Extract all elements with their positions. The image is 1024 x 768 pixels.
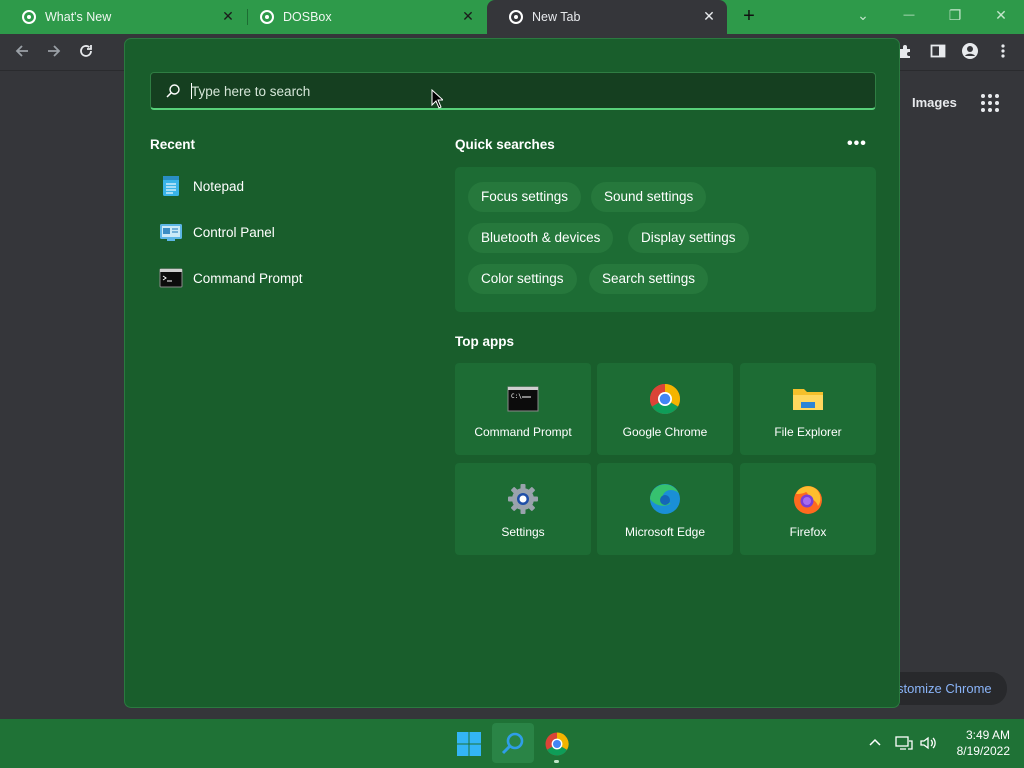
start-search-flyout: Recent Notepad Control Panel Command Pro… xyxy=(124,38,900,708)
command-prompt-icon: C:\ xyxy=(507,386,539,412)
app-tile-microsoft-edge[interactable]: Microsoft Edge xyxy=(597,463,733,555)
chip-search-settings[interactable]: Search settings xyxy=(589,264,709,294)
quick-searches-panel: Focus settings Sound settings Bluetooth … xyxy=(455,167,876,312)
app-tile-label: Command Prompt xyxy=(474,425,572,439)
clock-time: 3:49 AM xyxy=(965,728,1010,742)
tab-search-dropdown-icon[interactable]: ⌄ xyxy=(851,4,875,26)
profile-icon[interactable] xyxy=(960,42,980,62)
new-tab-button[interactable]: + xyxy=(738,5,760,27)
chip-display-settings[interactable]: Display settings xyxy=(628,223,749,253)
tab-title: DOSBox xyxy=(283,10,332,24)
search-box[interactable] xyxy=(150,72,876,110)
volume-icon[interactable] xyxy=(920,736,938,753)
globe-favicon-icon xyxy=(260,10,274,24)
search-icon xyxy=(166,84,180,98)
chrome-icon xyxy=(649,384,681,415)
restore-button[interactable]: ❐ xyxy=(943,4,967,26)
edge-icon xyxy=(650,484,680,514)
notepad-icon xyxy=(163,176,179,196)
more-options-icon[interactable]: ••• xyxy=(847,135,867,153)
side-panel-icon[interactable] xyxy=(928,42,948,62)
minimize-button[interactable]: — xyxy=(897,4,921,26)
app-tile-file-explorer[interactable]: File Explorer xyxy=(740,363,876,455)
control-panel-icon xyxy=(160,224,182,241)
windows-start-icon[interactable] xyxy=(456,731,482,757)
tab-close-icon[interactable]: ✕ xyxy=(701,8,717,24)
text-caret xyxy=(191,83,192,99)
recent-item-label: Notepad xyxy=(193,178,245,194)
recent-item-label: Control Panel xyxy=(193,224,275,240)
tab-whats-new[interactable]: What's New ✕ xyxy=(0,0,246,34)
network-icon[interactable] xyxy=(895,736,913,753)
close-window-button[interactable]: ✕ xyxy=(989,4,1013,26)
tab-close-icon[interactable]: ✕ xyxy=(220,8,236,24)
browser-tab-strip: What's New ✕ DOSBox ✕ New Tab ✕ + ⌄ — ❐ … xyxy=(0,0,1024,34)
top-apps-title: Top apps xyxy=(455,334,514,349)
app-tile-label: Microsoft Edge xyxy=(624,525,706,539)
svg-text:C:\: C:\ xyxy=(511,393,522,400)
app-tile-label: File Explorer xyxy=(774,425,842,439)
chip-focus-settings[interactable]: Focus settings xyxy=(468,182,582,212)
chrome-favicon-icon xyxy=(22,10,36,24)
chrome-icon[interactable] xyxy=(544,731,570,757)
menu-icon[interactable] xyxy=(993,42,1013,62)
command-prompt-icon xyxy=(159,268,183,288)
recent-item-command-prompt[interactable]: Command Prompt xyxy=(159,261,409,295)
clock-date: 8/19/2022 xyxy=(956,744,1010,758)
app-tile-label: Google Chrome xyxy=(622,425,708,439)
app-tile-settings[interactable]: Settings xyxy=(455,463,591,555)
app-tile-command-prompt[interactable]: C:\ Command Prompt xyxy=(455,363,591,455)
running-indicator xyxy=(554,760,559,763)
show-hidden-icons-chevron[interactable] xyxy=(869,736,881,752)
recent-item-notepad[interactable]: Notepad xyxy=(159,169,409,203)
taskbar: 3:49 AM 8/19/2022 xyxy=(0,719,1024,768)
app-tile-firefox[interactable]: Firefox xyxy=(740,463,876,555)
tab-new-tab[interactable]: New Tab ✕ xyxy=(487,0,727,34)
tab-dosbox[interactable]: DOSBox ✕ xyxy=(238,0,486,34)
recent-item-control-panel[interactable]: Control Panel xyxy=(159,215,409,249)
recent-item-label: Command Prompt xyxy=(193,270,303,286)
quick-searches-title: Quick searches xyxy=(455,137,555,152)
google-apps-icon[interactable] xyxy=(981,94,999,112)
app-tile-label: Settings xyxy=(501,525,545,539)
chip-bluetooth-devices[interactable]: Bluetooth & devices xyxy=(468,223,614,253)
search-icon[interactable] xyxy=(500,731,526,757)
recent-title: Recent xyxy=(150,137,196,152)
chip-sound-settings[interactable]: Sound settings xyxy=(591,182,707,212)
tab-title: New Tab xyxy=(532,10,581,24)
tab-title: What's New xyxy=(45,10,112,24)
mouse-pointer-icon xyxy=(431,89,443,109)
file-explorer-icon xyxy=(793,389,823,410)
images-link[interactable]: Images xyxy=(912,95,957,110)
app-tile-google-chrome[interactable]: Google Chrome xyxy=(597,363,733,455)
chip-color-settings[interactable]: Color settings xyxy=(468,264,577,294)
firefox-icon xyxy=(794,486,822,514)
system-clock[interactable]: 3:49 AM 8/19/2022 xyxy=(940,727,1010,759)
tab-close-icon[interactable]: ✕ xyxy=(460,8,476,24)
back-icon[interactable] xyxy=(12,42,32,62)
chrome-favicon-icon xyxy=(509,10,523,24)
reload-icon[interactable] xyxy=(76,42,96,62)
search-input[interactable] xyxy=(191,81,791,101)
settings-gear-icon xyxy=(508,484,538,514)
forward-icon[interactable] xyxy=(44,42,64,62)
app-tile-label: Firefox xyxy=(789,525,827,539)
